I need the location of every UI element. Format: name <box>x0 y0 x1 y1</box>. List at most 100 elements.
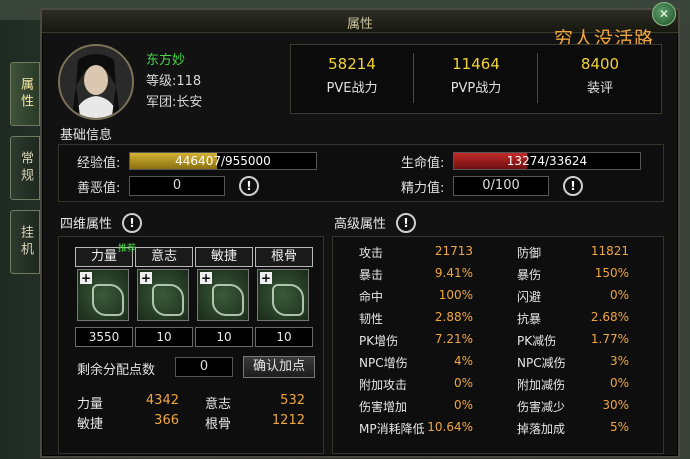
avatar-portrait-icon <box>60 46 132 118</box>
tab-attributes[interactable]: 属性 <box>10 62 40 126</box>
recommend-badge: 推荐 <box>118 244 137 254</box>
adv-value: 150% <box>594 266 629 280</box>
avatar <box>58 44 134 120</box>
adv-label: 抗暴 <box>517 312 542 326</box>
adv-value: 5% <box>609 420 629 434</box>
advanced-attr-info-icon[interactable]: ! <box>396 213 416 233</box>
tab-general[interactable]: 常规 <box>10 136 40 200</box>
adv-value: 0% <box>609 376 629 390</box>
will-add-button[interactable]: + <box>137 269 189 321</box>
plus-icon: + <box>260 271 272 285</box>
sum-strength-label: 力量 <box>77 397 104 412</box>
pvp-score: 11464 PVP战力 <box>415 55 537 96</box>
four-attr-panel: 力量 意志 敏捷 根骨 推荐 + + + + 3550 10 10 10 剩余分… <box>58 236 324 454</box>
hp-value: 13274/33624 <box>506 154 588 168</box>
adv-label: NPC增伤 <box>359 356 408 370</box>
adv-value: 10.64% <box>427 420 473 434</box>
adv-label: 暴伤 <box>517 268 542 282</box>
adv-label: 附加减伤 <box>517 378 566 392</box>
exp-label: 经验值: <box>77 156 121 171</box>
sum-agility-label: 敏捷 <box>77 417 104 432</box>
adv-label: 伤害减少 <box>517 400 566 414</box>
plus-icon: + <box>80 271 92 285</box>
gear-score-value: 8400 <box>580 55 620 73</box>
pve-score-label: PVE战力 <box>326 81 378 96</box>
adv-value: 11821 <box>590 244 629 258</box>
attr-head-will: 意志 <box>135 247 193 267</box>
sum-will-label: 意志 <box>205 397 232 412</box>
remaining-points-label: 剩余分配点数 <box>77 363 156 378</box>
confirm-points-button[interactable]: 确认加点 <box>243 356 315 378</box>
adv-value: 2.88% <box>434 310 473 324</box>
constitution-add-button[interactable]: + <box>257 269 309 321</box>
karma-info-icon[interactable]: ! <box>239 176 259 196</box>
sum-will-value: 532 <box>280 393 305 408</box>
exp-value: 446407/955000 <box>175 154 271 168</box>
divider <box>413 53 414 103</box>
adv-value: 3% <box>609 354 629 368</box>
adv-label: 附加攻击 <box>359 378 408 392</box>
adv-label: 伤害增加 <box>359 400 408 414</box>
plus-icon: + <box>140 271 152 285</box>
agility-icon <box>212 284 244 316</box>
agility-add-button[interactable]: + <box>197 269 249 321</box>
constitution-icon <box>272 284 304 316</box>
adv-label: 闪避 <box>517 290 542 304</box>
energy-info-icon[interactable]: ! <box>563 176 583 196</box>
karma-label: 善恶值: <box>77 181 121 196</box>
basic-info-panel: 经验值: 446407/955000 生命值: 13274/33624 善恶值:… <box>58 144 664 202</box>
adv-label: 暴击 <box>359 268 384 282</box>
attribute-window: 属性 ✕ 穷人没活路 东方妙 等级:118 军团:长安 58214 PVE战力 … <box>40 2 680 458</box>
attr-head-constitution: 根骨 <box>255 247 313 267</box>
attr-grid: 力量 意志 敏捷 根骨 推荐 + + + + 3550 10 10 10 <box>75 244 325 347</box>
adv-label: PK增伤 <box>359 334 399 348</box>
four-attr-info-icon[interactable]: ! <box>122 213 142 233</box>
gear-score-label: 装评 <box>586 81 613 96</box>
adv-value: 4% <box>453 354 473 368</box>
four-attr-title: 四维属性 <box>60 217 113 232</box>
adv-value: 100% <box>438 288 473 302</box>
remaining-points-input[interactable]: 0 <box>175 357 233 377</box>
adv-value: 30% <box>602 398 629 412</box>
divider <box>537 53 538 103</box>
hp-label: 生命值: <box>401 156 445 171</box>
adv-value: 2.68% <box>590 310 629 324</box>
close-icon: ✕ <box>658 7 670 21</box>
adv-value: 9.41% <box>434 266 473 280</box>
adv-label: 命中 <box>359 290 384 304</box>
hp-bar: 13274/33624 <box>453 152 641 170</box>
side-tabs: 属性 常规 挂机 <box>10 62 40 284</box>
player-info: 东方妙 等级:118 军团:长安 <box>146 50 202 113</box>
adv-value: 7.21% <box>434 332 473 346</box>
advanced-attr-title: 高级属性 <box>334 217 387 232</box>
adv-label: 防御 <box>517 246 542 260</box>
pve-score: 58214 PVE战力 <box>291 55 413 96</box>
agility-value: 10 <box>195 327 253 347</box>
pve-score-value: 58214 <box>328 55 376 73</box>
constitution-value: 10 <box>255 327 313 347</box>
pvp-score-label: PVP战力 <box>450 81 502 96</box>
adv-value: 0% <box>609 288 629 302</box>
advanced-attr-panel: 攻击 21713 防御 11821 暴击 9.41% 暴伤 150% 命中 10… <box>332 236 664 454</box>
close-button[interactable]: ✕ <box>652 2 676 26</box>
adv-label: NPC减伤 <box>517 356 566 370</box>
adv-value: 0% <box>453 398 473 412</box>
tab-auto-hangup[interactable]: 挂机 <box>10 210 40 274</box>
will-icon <box>152 284 184 316</box>
plus-icon: + <box>200 271 212 285</box>
energy-value: 0/100 <box>453 176 549 196</box>
adv-label: 韧性 <box>359 312 384 326</box>
player-level: 等级:118 <box>146 74 202 89</box>
adv-label: 攻击 <box>359 246 384 260</box>
sum-strength-value: 4342 <box>145 393 179 408</box>
adv-value: 0% <box>453 376 473 390</box>
player-name: 东方妙 <box>146 53 186 68</box>
player-legion: 军团:长安 <box>146 95 203 110</box>
adv-label: 掉落加成 <box>517 422 566 436</box>
strength-add-button[interactable]: + <box>77 269 129 321</box>
adv-label: PK减伤 <box>517 334 557 348</box>
karma-value: 0 <box>129 176 225 196</box>
gear-score: 8400 装评 <box>539 55 661 96</box>
attr-head-agility: 敏捷 <box>195 247 253 267</box>
sum-agility-value: 366 <box>154 413 179 428</box>
